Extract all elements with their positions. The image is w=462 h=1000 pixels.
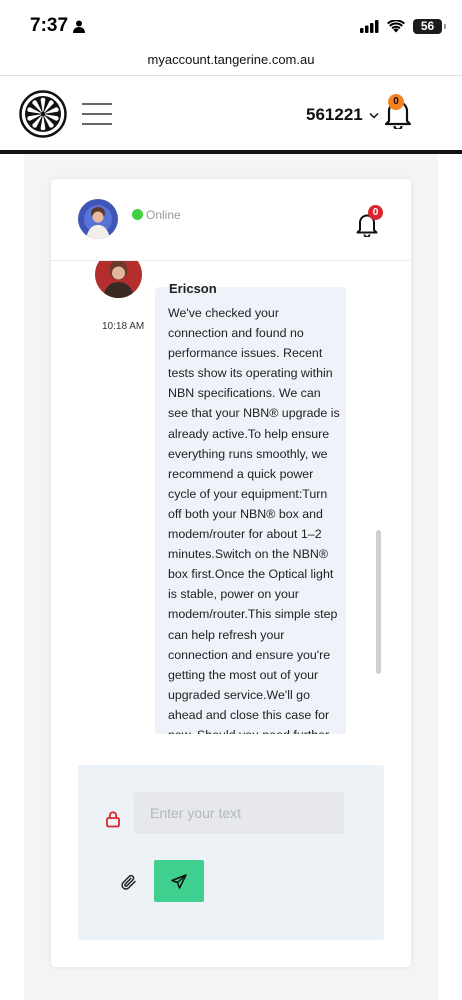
person-icon <box>73 20 85 33</box>
message-list-scrollbar[interactable] <box>376 530 381 674</box>
status-bar: 7:37 56 <box>0 0 462 48</box>
send-button[interactable] <box>154 860 204 902</box>
lock-icon <box>106 811 120 828</box>
account-number: 561221 <box>306 105 363 124</box>
chevron-down-icon <box>369 112 379 119</box>
cellular-signal-icon <box>360 19 379 33</box>
message-time: 10:18 AM <box>102 321 145 332</box>
message-text: We've checked your connection and found … <box>168 306 340 734</box>
online-status-dot <box>132 209 143 220</box>
send-icon <box>171 874 187 889</box>
battery-indicator: 56 <box>413 18 446 34</box>
battery-cap <box>444 23 446 29</box>
header-notification-badge: 0 <box>388 94 404 110</box>
chat-notification-badge: 0 <box>368 205 383 220</box>
battery-level: 56 <box>420 18 435 33</box>
wifi-icon <box>387 19 405 32</box>
message-input[interactable] <box>134 792 344 834</box>
online-status-label: Online <box>146 208 181 222</box>
paperclip-icon[interactable] <box>120 873 138 891</box>
status-time: 7:37 <box>30 15 69 36</box>
app-header: 561221 0 <box>0 77 462 151</box>
agent-avatar <box>78 199 118 239</box>
account-selector[interactable]: 561221 <box>306 104 379 126</box>
status-indicators: 56 <box>360 17 446 35</box>
tangerine-logo-icon[interactable] <box>19 90 67 138</box>
url-text: myaccount.tangerine.com.au <box>147 52 315 67</box>
sender-avatar <box>95 261 142 298</box>
message-list[interactable]: 10:18 AM Ericson We've checked your conn… <box>51 261 411 734</box>
url-bar[interactable]: myaccount.tangerine.com.au <box>0 48 462 76</box>
hamburger-menu-icon[interactable] <box>82 103 112 125</box>
sender-name: Ericson <box>169 281 217 296</box>
